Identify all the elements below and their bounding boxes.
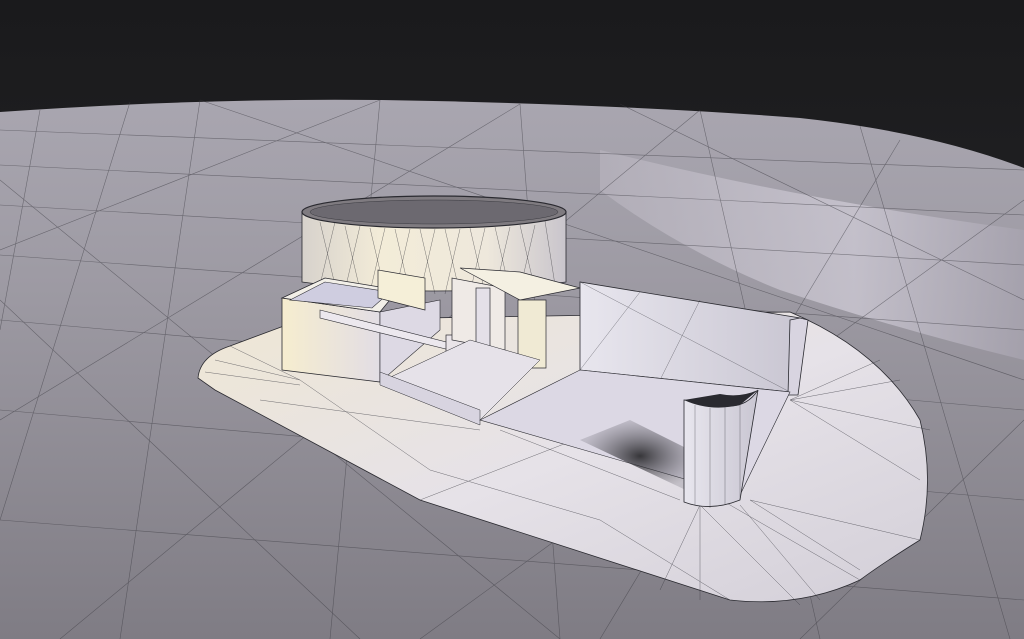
scene-canvas xyxy=(0,0,1024,639)
3d-viewport[interactable] xyxy=(0,0,1024,639)
